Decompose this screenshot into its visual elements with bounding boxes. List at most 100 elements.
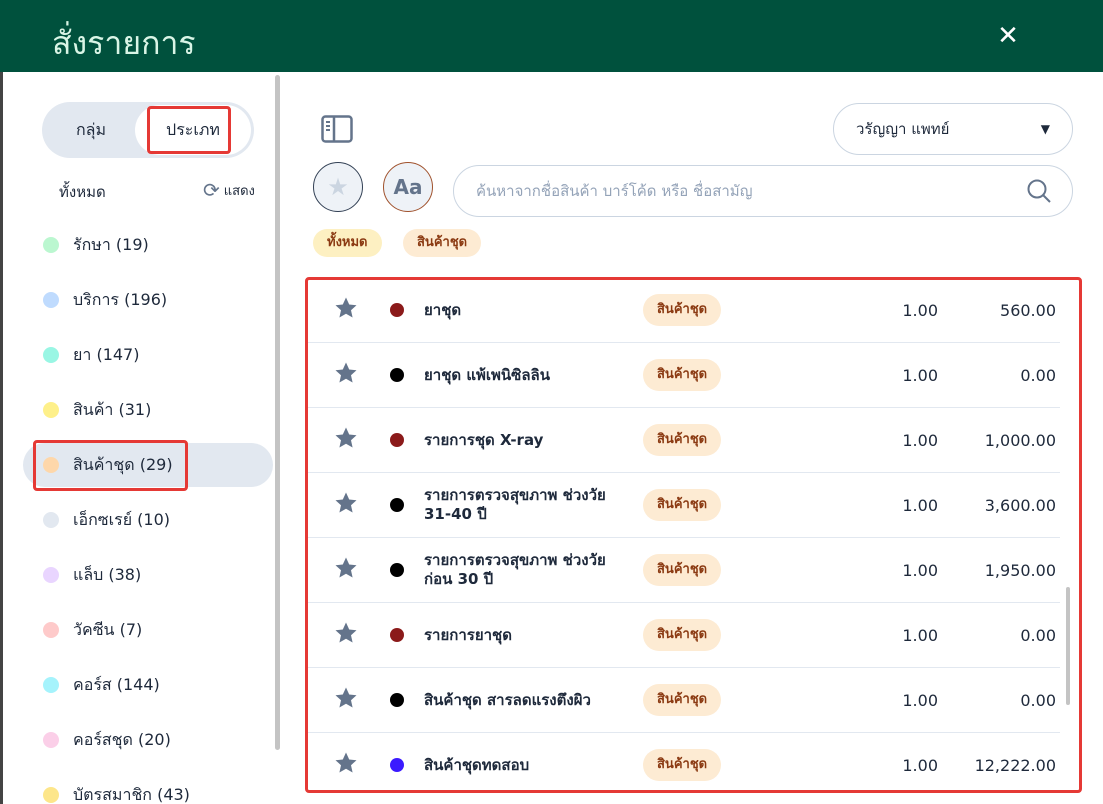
group-type-toggle: กลุ่ม ประเภท [42,102,254,158]
show-button[interactable]: ⟳ แสดง [203,178,255,202]
category-color-dot [43,512,59,528]
item-type-badge: สินค้าชุด [643,684,722,716]
item-name: สินค้าชุด สารลดแรงตึงผิว [424,690,591,709]
star-icon[interactable] [334,491,358,519]
table-row[interactable]: รายการตรวจสุขภาพ ช่วงวัย 31-40 ปี สินค้า… [306,473,1060,538]
category-color-dot [43,402,59,418]
item-price: 1,000.00 [984,430,1056,450]
table-row[interactable]: สินค้าชุดทดสอบ สินค้าชุด 1.00 12,222.00 [306,733,1060,792]
item-color-dot [390,693,404,707]
category-label: สินค้า (31) [73,399,152,419]
font-size-button[interactable]: Aa [383,162,433,212]
category-item[interactable]: เอ็กซเรย์ (10) [23,498,273,542]
item-qty: 1.00 [902,625,938,645]
panel-toggle-icon[interactable] [321,115,353,147]
category-item[interactable]: คอร์สชุด (20) [23,718,273,762]
category-color-dot [43,787,59,803]
item-color-dot [390,433,404,447]
star-icon[interactable] [334,686,358,714]
search-placeholder: ค้นหาจากชื่อสินค้า บาร์โค้ด หรือ ชื่อสาม… [476,182,753,200]
item-qty: 1.00 [902,560,938,580]
category-color-dot [43,292,59,308]
font-label: Aa [393,175,423,199]
page-title: สั่งรายการ [52,24,196,62]
close-icon[interactable]: ✕ [994,22,1022,50]
star-icon[interactable] [334,426,358,454]
star-icon[interactable] [334,361,358,389]
category-label: แล็บ (38) [73,564,142,584]
item-price: 0.00 [1020,365,1056,385]
item-price: 1,950.00 [984,560,1056,580]
all-label[interactable]: ทั้งหมด [59,180,106,204]
item-price: 560.00 [1000,300,1056,320]
item-name: รายการตรวจสุขภาพ ช่วงวัย 31-40 ปี [424,486,606,523]
item-name: ยาชุด [424,300,462,319]
category-label: บริการ (196) [73,289,168,309]
category-color-dot [43,622,59,638]
category-color-dot [43,567,59,583]
item-name: รายการชุด X-ray [424,430,544,449]
item-type-badge: สินค้าชุด [643,294,722,326]
search-input[interactable]: ค้นหาจากชื่อสินค้า บาร์โค้ด หรือ ชื่อสาม… [453,165,1073,217]
item-list: ยาชุด สินค้าชุด 1.00 560.00 ยาชุด แพ้เพน… [306,278,1081,792]
item-name: รายการยาชุด [424,625,512,644]
category-item[interactable]: วัคซีน (7) [23,608,273,652]
table-row[interactable]: รายการตรวจสุขภาพ ช่วงวัยก่อน 30 ปี สินค้… [306,538,1060,603]
toggle-group[interactable]: กลุ่ม [42,102,140,158]
chip-all[interactable]: ทั้งหมด [313,229,382,257]
category-item[interactable]: ยา (147) [23,333,273,377]
item-price: 0.00 [1020,625,1056,645]
star-icon[interactable] [334,296,358,324]
item-qty: 1.00 [902,755,938,775]
category-color-dot [43,677,59,693]
table-row[interactable]: ยาชุด แพ้เพนิซิลลิน สินค้าชุด 1.00 0.00 [306,343,1060,408]
toggle-type[interactable]: ประเภท [135,105,251,155]
category-label: สินค้าชุด (29) [73,454,173,474]
item-price: 3,600.00 [984,495,1056,515]
favorite-filter-button[interactable]: ★ [313,162,363,212]
category-color-dot [43,457,59,473]
category-item[interactable]: รักษา (19) [23,223,273,267]
chip-set-product[interactable]: สินค้าชุด [403,229,482,257]
category-item[interactable]: คอร์ส (144) [23,663,273,707]
item-color-dot [390,368,404,382]
star-icon[interactable] [334,556,358,584]
star-icon[interactable] [334,751,358,779]
item-color-dot [390,498,404,512]
item-price: 12,222.00 [974,755,1056,775]
table-row[interactable]: ยาชุด สินค้าชุด 1.00 560.00 [306,278,1060,343]
main-panel: วรัญญา แพทย์ ▼ ★ Aa ค้นหาจากชื่อสินค้า บ… [280,72,1103,804]
list-scrollbar[interactable] [1066,587,1070,705]
item-type-badge: สินค้าชุด [643,359,722,391]
show-label: แสดง [223,183,255,199]
item-type-badge: สินค้าชุด [643,619,722,651]
item-price: 0.00 [1020,690,1056,710]
item-color-dot [390,563,404,577]
item-type-badge: สินค้าชุด [643,554,722,586]
category-item[interactable]: บริการ (196) [23,278,273,322]
star-icon[interactable] [334,621,358,649]
category-label: คอร์ส (144) [73,674,160,694]
item-type-badge: สินค้าชุด [643,749,722,781]
item-name: ยาชุด แพ้เพนิซิลลิน [424,365,550,384]
category-item[interactable]: บัตรสมาชิก (43) [23,773,273,804]
table-row[interactable]: รายการชุด X-ray สินค้าชุด 1.00 1,000.00 [306,408,1060,473]
search-icon[interactable] [1026,178,1052,204]
item-qty: 1.00 [902,300,938,320]
item-qty: 1.00 [902,430,938,450]
category-item[interactable]: แล็บ (38) [23,553,273,597]
doctor-select-value: วรัญญา แพทย์ [856,120,950,138]
table-row[interactable]: สินค้าชุด สารลดแรงตึงผิว สินค้าชุด 1.00 … [306,668,1060,733]
category-color-dot [43,237,59,253]
category-item[interactable]: สินค้า (31) [23,388,273,432]
item-color-dot [390,758,404,772]
item-name: สินค้าชุดทดสอบ [424,755,530,774]
category-label: ยา (147) [73,344,140,364]
category-label: เอ็กซเรย์ (10) [73,509,170,529]
category-item[interactable]: สินค้าชุด (29) [23,443,273,487]
caret-down-icon: ▼ [1040,122,1050,136]
category-color-dot [43,732,59,748]
table-row[interactable]: รายการยาชุด สินค้าชุด 1.00 0.00 [306,603,1060,668]
doctor-select[interactable]: วรัญญา แพทย์ ▼ [833,103,1073,155]
category-label: วัคซีน (7) [73,619,143,639]
